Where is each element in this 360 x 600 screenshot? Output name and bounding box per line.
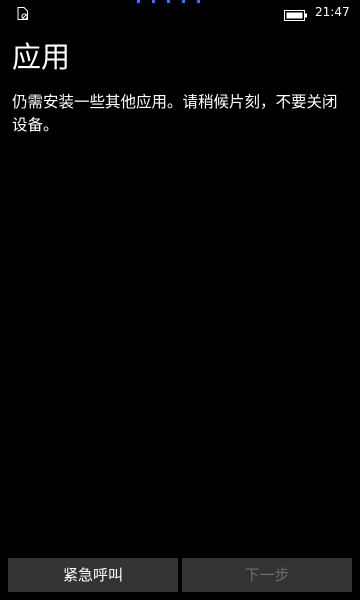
progress-dots: [137, 0, 203, 4]
clock: 21:47: [315, 5, 350, 19]
status-bar: 21:47: [0, 0, 360, 24]
battery-icon: [284, 6, 308, 21]
button-bar: 紧急呼叫 下一步: [0, 558, 360, 600]
install-message: 仍需安装一些其他应用。请稍候片刻，不要关闭设备。: [12, 93, 338, 134]
next-button[interactable]: 下一步: [182, 558, 352, 592]
page-title: 应用: [12, 40, 71, 74]
emergency-call-button[interactable]: 紧急呼叫: [8, 558, 178, 592]
sim-card-icon: [17, 5, 28, 20]
